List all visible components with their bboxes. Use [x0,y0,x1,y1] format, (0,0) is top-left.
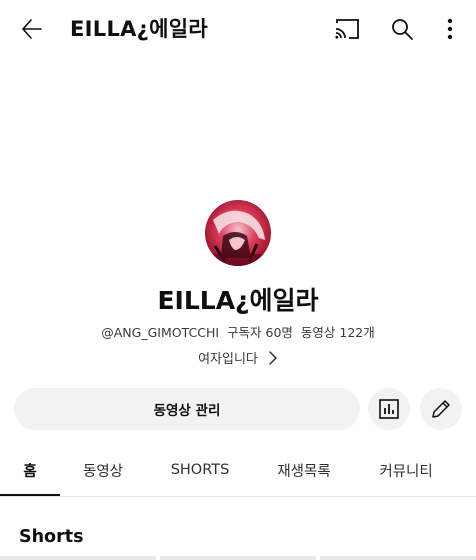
pencil-icon [432,400,450,418]
channel-handle: @ANG_GIMOTCCHI [101,325,220,340]
more-options-button[interactable] [438,13,462,45]
top-app-bar: EILLA¿에일라 [0,0,476,58]
shorts-shelf [0,556,476,560]
shorts-thumbnail[interactable] [320,556,476,560]
tab-home[interactable]: 홈 [0,446,60,494]
manage-videos-button[interactable]: 동영상 관리 [14,388,360,430]
tab-community[interactable]: 커뮤니티 [368,446,444,494]
channel-description-link[interactable]: 여자입니다 [0,348,476,367]
shorts-thumbnail[interactable] [160,556,316,560]
channel-meta: @ANG_GIMOTCCHI 구독자 60명 동영상 122개 [0,322,476,341]
video-count: 동영상 122개 [300,325,375,340]
shorts-section-title: Shorts [19,527,84,547]
channel-tabs: 홈 동영상 SHORTS 재생목록 커뮤니티 [0,446,476,497]
more-vertical-icon [447,18,453,40]
shorts-thumbnail[interactable] [0,556,156,560]
arrow-left-icon [22,19,42,39]
back-button[interactable] [14,12,50,46]
search-icon [392,19,413,40]
analytics-button[interactable] [368,388,410,430]
appbar-title: EILLA¿에일라 [70,17,209,41]
chevron-right-icon [269,350,277,365]
subscriber-count: 구독자 60명 [227,325,293,340]
active-tab-indicator [0,494,60,496]
search-button[interactable] [386,13,418,45]
tab-videos[interactable]: 동영상 [70,446,136,494]
avatar-image [205,200,271,266]
bar-chart-icon [379,399,399,419]
cast-button[interactable] [331,14,363,44]
edit-channel-button[interactable] [420,388,462,430]
channel-avatar[interactable] [205,200,271,266]
channel-name: EILLA¿에일라 [157,286,319,315]
tab-shorts[interactable]: SHORTS [160,446,240,494]
channel-description: 여자입니다 [198,352,258,367]
tab-playlists[interactable]: 재생목록 [268,446,340,494]
cast-icon [335,19,359,39]
